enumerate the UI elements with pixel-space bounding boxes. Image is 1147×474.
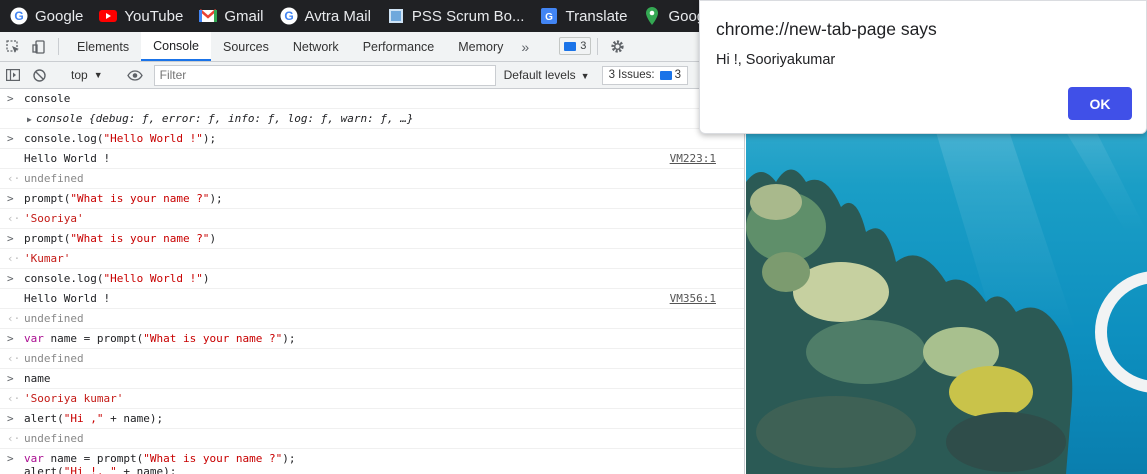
tab-console[interactable]: Console <box>141 32 211 61</box>
filter-input[interactable] <box>153 64 496 86</box>
console-result-row: ‹· 'Sooriya' <box>0 209 744 229</box>
bookmark-pss-scrum[interactable]: PSS Scrum Bo... <box>387 7 525 25</box>
bookmark-label: Google <box>35 7 84 25</box>
console-input-row: > prompt("What is your name ?") <box>0 229 744 249</box>
console-result-row: ‹· 'Kumar' <box>0 249 744 269</box>
prompt-chevron-icon: > <box>7 412 14 425</box>
console-input-row: > alert("Hi ," + name); <box>0 409 744 429</box>
console-input-row[interactable]: > var name = prompt("What is your name ?"… <box>0 449 744 474</box>
prompt-chevron-icon: > <box>7 452 14 465</box>
bookmark-google[interactable]: G Google <box>10 7 83 25</box>
bookmark-label: YouTube <box>124 7 184 25</box>
eye-icon[interactable] <box>122 62 148 89</box>
console-input-row: > name <box>0 369 744 389</box>
result-arrow-icon: ‹· <box>7 352 21 365</box>
bookmark-avtra-mail[interactable]: G Avtra Mail <box>280 7 371 25</box>
youtube-icon <box>99 7 118 25</box>
result-arrow-icon: ‹· <box>7 392 21 405</box>
result-arrow-icon: ‹· <box>7 212 21 225</box>
console-result-row: ‹· undefined <box>0 169 744 189</box>
divider <box>58 38 59 55</box>
console-toolbar: top▼ Default levels▼ 3 Issues:3 <box>0 62 745 89</box>
source-link[interactable]: VM356:1 <box>670 292 716 305</box>
console-input-row: > var name = prompt("What is your name ?"… <box>0 329 744 349</box>
result-arrow-icon: ‹· <box>7 172 21 185</box>
chevron-down-icon: ▼ <box>580 71 590 81</box>
devtools-tab-bar: Elements Console Sources Network Perform… <box>0 32 745 62</box>
bookmark-label: Avtra Mail <box>304 7 371 25</box>
console-result-row: ‹· undefined <box>0 349 744 369</box>
console-input-row: > prompt("What is your name ?"); <box>0 189 744 209</box>
prompt-chevron-icon: > <box>7 332 14 345</box>
maps-icon <box>643 7 661 25</box>
google-icon: G <box>10 7 28 25</box>
prompt-chevron-icon: > <box>7 92 14 105</box>
gmail-icon <box>199 7 218 25</box>
prompt-chevron-icon: > <box>7 272 14 285</box>
issues-badge[interactable]: 3 <box>559 37 592 55</box>
more-tabs-button[interactable]: » <box>515 32 535 61</box>
tab-elements[interactable]: Elements <box>65 32 141 61</box>
bookmark-label: Translate <box>565 7 628 25</box>
message-icon <box>659 70 672 80</box>
bookmark-translate[interactable]: G Translate <box>540 7 627 25</box>
dialog-message: Hi !, Sooriyakumar <box>716 52 836 68</box>
log-levels-dropdown[interactable]: Default levels ▼ <box>504 68 590 82</box>
svg-text:G: G <box>14 9 23 23</box>
console-result-row[interactable]: ▶ console {debug: ƒ, error: ƒ, info: ƒ, l… <box>0 109 744 129</box>
device-toolbar-icon[interactable] <box>26 32 52 61</box>
result-arrow-icon: ‹· <box>7 252 21 265</box>
gear-icon[interactable] <box>604 32 630 61</box>
console-result-row: ‹· undefined <box>0 309 744 329</box>
google-icon: G <box>280 7 298 25</box>
tab-network[interactable]: Network <box>281 32 351 61</box>
issues-button[interactable]: 3 Issues: 3 <box>601 65 689 85</box>
loading-ring <box>1095 271 1147 393</box>
puzzle-icon <box>387 7 405 25</box>
console-input-row: > console.log("Hello World !") <box>0 269 744 289</box>
source-link[interactable]: VM223:1 <box>670 152 716 165</box>
context-selector[interactable]: top ▼ <box>65 68 109 82</box>
translate-icon: G <box>540 7 558 25</box>
divider <box>597 38 599 55</box>
tab-sources[interactable]: Sources <box>211 32 281 61</box>
prompt-chevron-icon: > <box>7 132 14 145</box>
console-result-row: ‹· 'Sooriya kumar' <box>0 389 744 409</box>
ok-button[interactable]: OK <box>1068 87 1132 120</box>
console-log-row: Hello World ! VM356:1 <box>0 289 744 309</box>
prompt-chevron-icon: > <box>7 232 14 245</box>
svg-text:G: G <box>546 12 554 23</box>
bookmark-label: Gmail <box>224 7 264 25</box>
alert-dialog: chrome://new-tab-page says Hi !, Sooriya… <box>699 0 1147 134</box>
bookmark-google-maps[interactable]: Goog <box>643 7 705 25</box>
tab-memory[interactable]: Memory <box>446 32 515 61</box>
dialog-title: chrome://new-tab-page says <box>716 19 937 39</box>
svg-text:G: G <box>284 9 293 23</box>
console-output[interactable]: > console ▶ console {debug: ƒ, error: ƒ, i… <box>0 89 745 474</box>
chevron-down-icon: ▼ <box>93 70 103 80</box>
sidebar-toggle-icon[interactable] <box>0 62 26 89</box>
expand-triangle-icon[interactable]: ▶ <box>27 113 32 126</box>
inspect-element-icon[interactable] <box>0 32 26 61</box>
console-input-row: > console.log("Hello World !"); <box>0 129 744 149</box>
clear-console-icon[interactable] <box>26 62 52 89</box>
console-log-row: Hello World ! VM223:1 <box>0 149 744 169</box>
result-arrow-icon: ‹· <box>7 312 21 325</box>
prompt-chevron-icon: > <box>7 372 14 385</box>
tab-performance[interactable]: Performance <box>351 32 447 61</box>
result-arrow-icon: ‹· <box>7 432 21 445</box>
bookmark-youtube[interactable]: YouTube <box>99 7 183 25</box>
console-input-row: > console <box>0 89 744 109</box>
prompt-chevron-icon: > <box>7 192 14 205</box>
console-result-row: ‹· undefined <box>0 429 744 449</box>
screen: { "bookmarks": [ {"label": "Google", "ic… <box>0 0 1147 474</box>
bookmark-label: PSS Scrum Bo... <box>411 7 525 25</box>
bookmark-gmail[interactable]: Gmail <box>199 7 264 25</box>
message-icon <box>564 41 577 51</box>
